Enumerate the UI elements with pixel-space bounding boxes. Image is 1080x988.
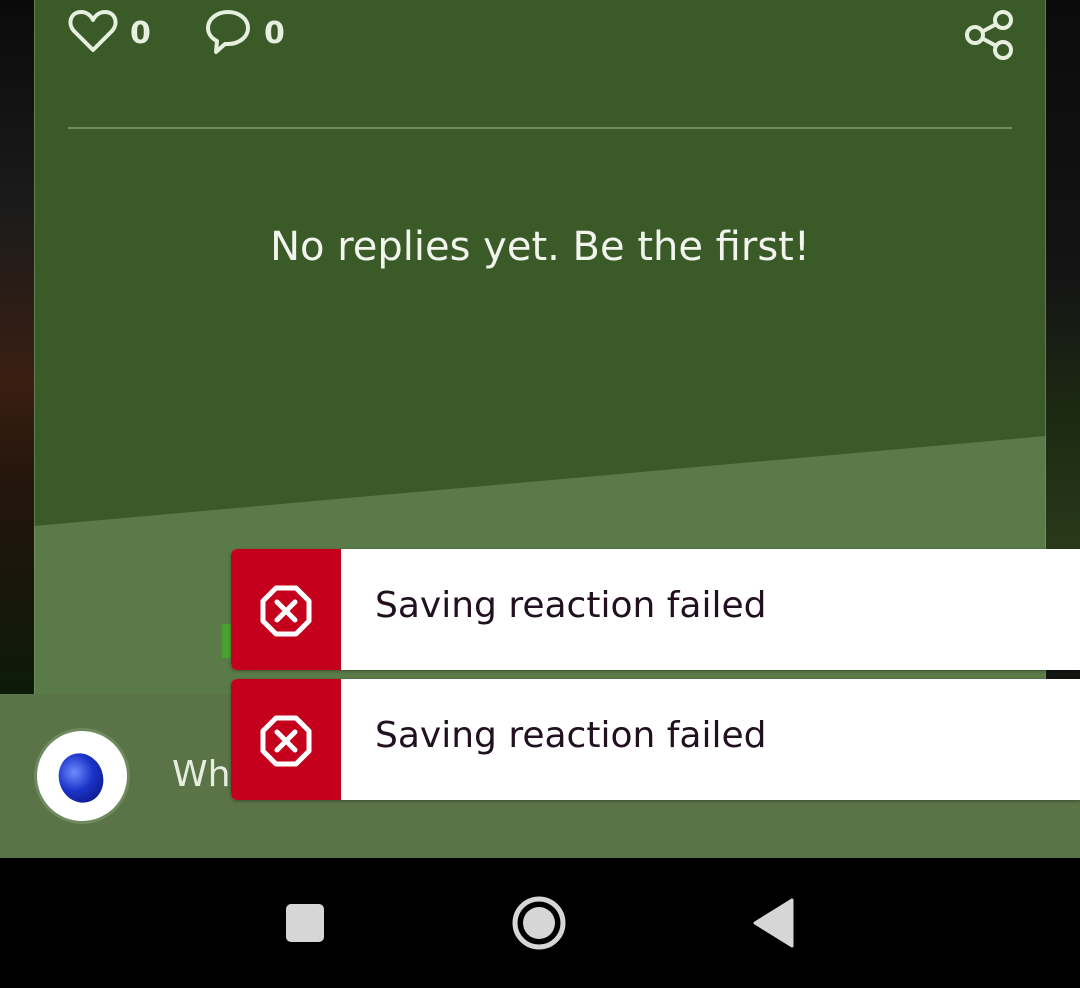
system-navigation-bar [0,858,1080,988]
comment-count: 0 [264,15,285,51]
toast-error-bar [231,679,341,800]
back-button[interactable] [752,898,794,952]
error-octagon-x-icon [260,585,312,637]
speech-bubble-icon [204,7,252,59]
triangle-back-icon [753,898,794,948]
avatar[interactable] [37,731,127,821]
recents-button[interactable] [285,903,325,947]
divider [68,127,1012,129]
error-toast[interactable]: Saving reaction failed [231,679,1080,800]
like-button[interactable]: 0 [68,10,151,56]
toast-error-bar [231,549,341,670]
card-left-edge [34,0,35,694]
toast-message: Saving reaction failed [375,585,767,626]
square-recents-icon [286,904,324,942]
circle-home-icon [512,896,566,950]
heart-outline-icon [68,8,118,58]
error-octagon-x-icon [260,715,312,767]
share-icon [962,10,1016,66]
share-button[interactable] [962,8,1016,62]
toast-message: Saving reaction failed [375,715,767,756]
like-count: 0 [130,15,151,51]
background-left [0,0,34,694]
blue-gem-avatar-image [51,746,111,810]
error-toast[interactable]: Saving reaction failed [231,549,1080,670]
comment-button[interactable]: 0 [204,10,285,56]
empty-replies-message: No replies yet. Be the first! [270,224,810,270]
reply-input[interactable]: Wha [172,754,232,795]
home-button[interactable] [511,895,567,955]
